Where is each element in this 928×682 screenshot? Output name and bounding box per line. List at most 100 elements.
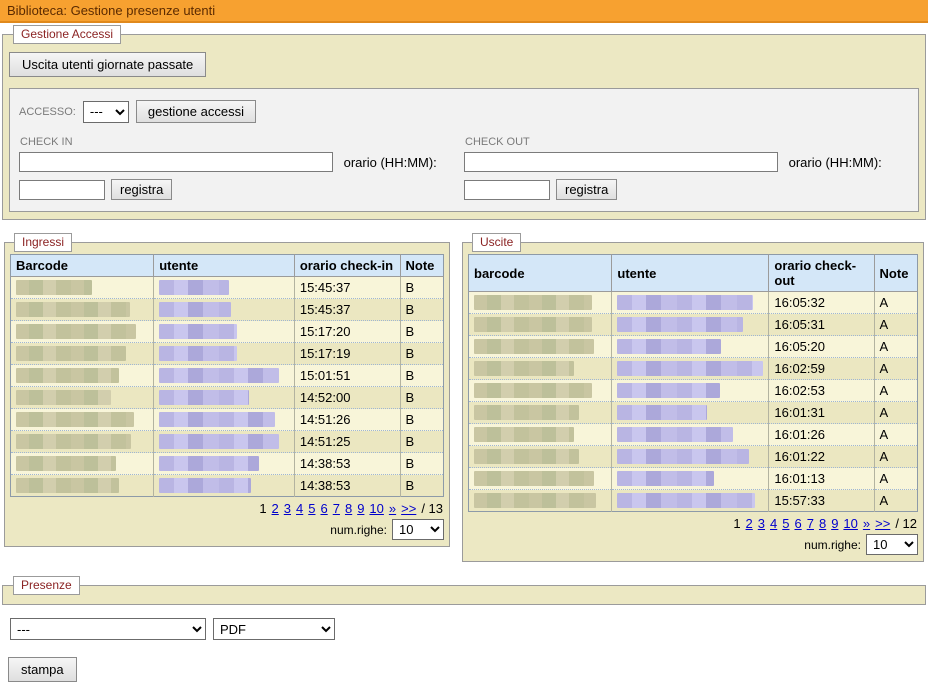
redacted-barcode [16,456,116,471]
redacted-utente [617,339,721,354]
barcode-cell [11,475,154,497]
accesso-select[interactable]: --- [83,101,129,123]
pagination-next-link[interactable]: » [389,501,396,516]
table-row: 16:05:32A [469,292,918,314]
barcode-cell [469,380,612,402]
redacted-barcode [474,405,579,420]
pagination-current-page: 1 [259,501,266,516]
check-in-barcode-input[interactable] [19,152,333,172]
check-out-barcode-row: orario (HH:MM): [464,152,909,172]
barcode-cell [11,321,154,343]
redacted-utente [617,361,763,376]
pagination-page-link[interactable]: 10 [369,501,383,516]
check-in-barcode-row: orario (HH:MM): [19,152,464,172]
check-out-barcode-input[interactable] [464,152,778,172]
utente-cell [154,453,295,475]
barcode-cell [11,299,154,321]
barcode-cell [11,387,154,409]
check-out-orario-row: registra [464,179,909,200]
pagination-page-link[interactable]: 10 [843,516,857,531]
orario-cell: 16:01:26 [769,424,874,446]
barcode-cell [469,402,612,424]
uscite-num-righe-select[interactable]: 10 [866,534,918,555]
uscita-utenti-button[interactable]: Uscita utenti giornate passate [9,52,206,77]
pagination-page-link[interactable]: 6 [320,501,327,516]
gestione-accessi-button[interactable]: gestione accessi [136,100,256,123]
note-cell: B [400,387,444,409]
check-out-orario-input[interactable] [464,180,550,200]
redacted-utente [159,368,279,383]
redacted-barcode [16,390,111,405]
column-header-barcode: barcode [469,255,612,292]
accesso-label: ACCESSO: [19,106,76,118]
check-out-registra-button[interactable]: registra [556,179,617,200]
utente-cell [612,468,769,490]
check-in-registra-button[interactable]: registra [111,179,172,200]
orario-cell: 15:45:37 [294,277,400,299]
pagination-total-pages: / 13 [421,501,443,516]
redacted-utente [159,346,237,361]
pagination-page-link[interactable]: 5 [782,516,789,531]
pagination-page-link[interactable]: 7 [333,501,340,516]
pagination-page-link[interactable]: 3 [284,501,291,516]
barcode-cell [469,424,612,446]
pagination-page-link[interactable]: 4 [770,516,777,531]
ingressi-table-body: 15:45:37B15:45:37B15:17:20B15:17:19B15:0… [11,277,444,497]
note-cell: B [400,277,444,299]
table-row: 16:05:31A [469,314,918,336]
ingressi-num-righe-select[interactable]: 10 [392,519,444,540]
utente-cell [612,336,769,358]
orario-cell: 15:17:19 [294,343,400,365]
redacted-utente [159,280,229,295]
barcode-cell [11,453,154,475]
uscite-legend: Uscite [472,233,521,252]
redacted-barcode [16,302,130,317]
pagination-page-link[interactable]: 2 [746,516,753,531]
gestione-accessi-legend: Gestione Accessi [13,25,121,44]
utente-cell [612,292,769,314]
table-row: 16:02:59A [469,358,918,380]
utente-cell [154,343,295,365]
table-row: 15:17:19B [11,343,444,365]
pagination-page-link[interactable]: 9 [357,501,364,516]
check-in-orario-input[interactable] [19,180,105,200]
uscite-table-body: 16:05:32A16:05:31A16:05:20A16:02:59A16:0… [469,292,918,512]
pagination-page-link[interactable]: 4 [296,501,303,516]
table-row: 16:01:22A [469,446,918,468]
pagination-last-link[interactable]: >> [401,501,416,516]
table-row: 16:02:53A [469,380,918,402]
pagination-page-link[interactable]: 8 [345,501,352,516]
pagination-page-link[interactable]: 6 [794,516,801,531]
pagination-page-link[interactable]: 3 [758,516,765,531]
check-in-label: CHECK IN [20,136,464,148]
pagination-last-link[interactable]: >> [875,516,890,531]
note-cell: A [874,424,917,446]
redacted-barcode [16,412,134,427]
redacted-barcode [474,427,574,442]
utente-cell [612,446,769,468]
pagination-page-link[interactable]: 2 [272,501,279,516]
note-cell: A [874,402,917,424]
redacted-utente [617,449,749,464]
barcode-cell [11,431,154,453]
table-row: 14:38:53B [11,475,444,497]
redacted-utente [617,405,707,420]
pagination-page-link[interactable]: 5 [308,501,315,516]
note-cell: B [400,343,444,365]
redacted-utente [617,383,720,398]
ingressi-pagination: 123456789 10 » >> / 13 [10,497,444,516]
barcode-cell [469,292,612,314]
note-cell: B [400,321,444,343]
pagination-page-link[interactable]: 8 [819,516,826,531]
pagination-page-link[interactable]: 9 [831,516,838,531]
orario-cell: 16:01:13 [769,468,874,490]
stampa-button[interactable]: stampa [8,657,77,682]
num-righe-label: num.righe: [330,523,387,537]
table-row: 15:17:20B [11,321,444,343]
redacted-utente [617,427,733,442]
orario-cell: 14:52:00 [294,387,400,409]
pagination-page-link[interactable]: 7 [807,516,814,531]
redacted-barcode [16,478,119,493]
pagination-next-link[interactable]: » [863,516,870,531]
utente-cell [612,424,769,446]
